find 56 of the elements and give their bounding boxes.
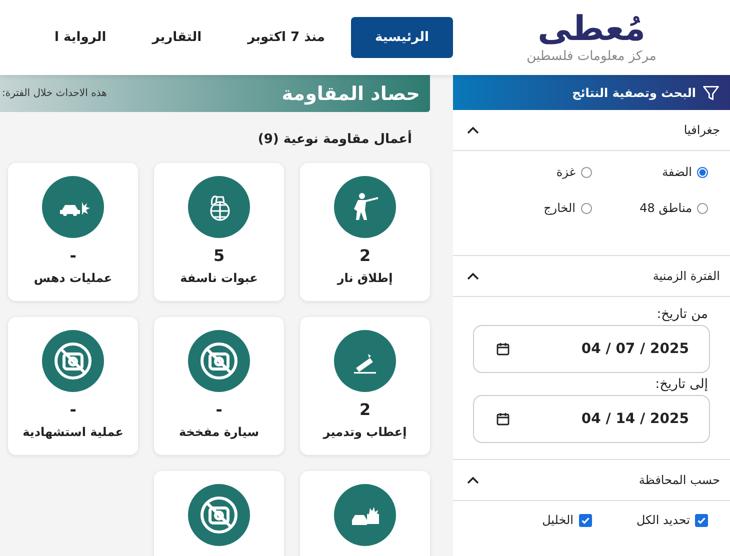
stat-count: 5 — [213, 246, 225, 265]
section-title: جغرافيا — [684, 123, 720, 137]
stat-count: - — [70, 246, 76, 265]
radio-button[interactable] — [697, 166, 708, 178]
stat-card[interactable]: - سيارة مفخخة — [154, 317, 284, 455]
banner-note: هذه الاحداث خلال الفترة: — [2, 88, 107, 99]
car-crash-icon — [42, 176, 104, 238]
checkbox-label: تحديد الكل — [636, 513, 690, 527]
radio-label: الخارج — [544, 201, 576, 215]
radio-button[interactable] — [580, 202, 592, 214]
radio-label: الضفة — [662, 165, 692, 179]
caret-icon[interactable] — [467, 476, 479, 484]
radio-label: غزة — [556, 165, 576, 179]
date-field[interactable]: 04 / 07 / 2025 — [473, 325, 710, 373]
nav-link[interactable]: الرئيسية — [350, 17, 453, 58]
section-title: الفترة الزمنية — [652, 269, 720, 283]
stat-label: عمليات دهس — [34, 271, 112, 285]
stat-label: إطلاق نار — [337, 271, 393, 285]
caret-icon[interactable] — [467, 272, 479, 280]
radio-label: مناطق 48 — [640, 201, 692, 215]
calendar-icon[interactable] — [496, 412, 510, 426]
filter-icon — [702, 84, 720, 102]
nav-link[interactable]: التقارير — [132, 19, 222, 56]
date-label: من تاريخ: — [656, 307, 708, 322]
logo-subtitle: مركز معلومات فلسطين — [526, 48, 656, 64]
soldier-icon — [334, 176, 396, 238]
stat-label: عبوات ناسفة — [180, 271, 258, 285]
section-title: حسب المحافظة — [638, 473, 720, 487]
checkbox-label: الخليل — [542, 513, 574, 527]
banner-title: حصاد المقاومة — [282, 82, 420, 104]
filter-title: البحث وتصفية النتائج — [572, 86, 696, 100]
stat-count: 2 — [359, 246, 371, 265]
calendar-icon[interactable] — [496, 342, 510, 356]
stat-card[interactable]: - عملية استشهادية — [8, 317, 138, 455]
stat-count: - — [216, 400, 222, 419]
nav-link[interactable]: الرواية ا — [34, 19, 126, 56]
no-image-icon — [188, 484, 250, 546]
stat-label: عملية استشهادية — [22, 425, 124, 439]
stat-card[interactable]: - عمليات دهس — [8, 163, 138, 301]
grenade-icon — [188, 176, 250, 238]
radio-button[interactable] — [697, 202, 708, 214]
checkbox[interactable] — [695, 514, 708, 526]
logo-wordmark: مُعطى — [538, 11, 646, 49]
date-field[interactable]: 04 / 14 / 2025 — [473, 395, 710, 443]
stat-count: - — [70, 400, 76, 419]
stat-label: إعطاب وتدمير — [323, 425, 407, 439]
radio-button[interactable] — [580, 166, 592, 178]
caret-icon[interactable] — [467, 126, 479, 134]
no-image-icon — [42, 330, 104, 392]
stat-label: سيارة مفخخة — [179, 425, 260, 439]
section-heading: أعمال مقاومة نوعية (9) — [256, 132, 412, 147]
checkbox[interactable] — [578, 514, 592, 526]
stat-count: 2 — [359, 400, 371, 419]
date-label: إلى تاريخ: — [654, 377, 708, 392]
nav-link[interactable]: منذ 7 اكتوبر — [228, 19, 345, 56]
no-image-icon — [188, 330, 250, 392]
